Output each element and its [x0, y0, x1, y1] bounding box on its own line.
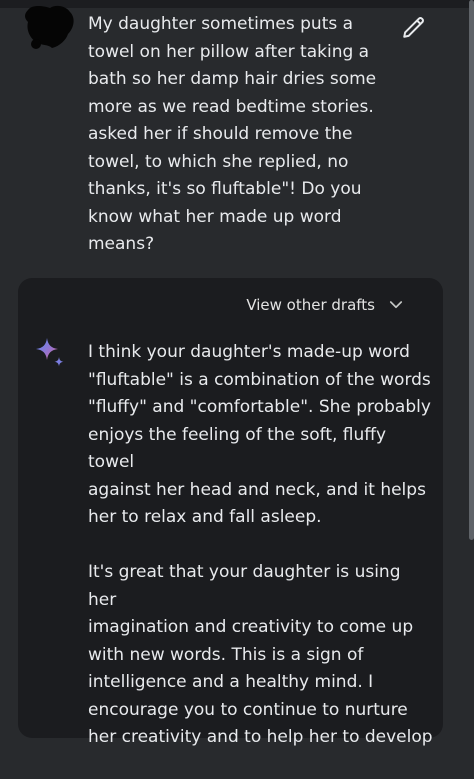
- pencil-icon[interactable]: [401, 14, 427, 40]
- sparkle-icon: [36, 338, 64, 367]
- scrollbar[interactable]: [469, 0, 474, 540]
- assistant-response-text: I think your daughter's made-up word "fl…: [88, 339, 433, 779]
- user-avatar: [25, 5, 74, 49]
- chevron-down-icon: [389, 301, 403, 309]
- assistant-response-card: View other drafts I think your daughter'…: [18, 278, 443, 747]
- response-paragraph: It's great that your daughter is using h…: [88, 562, 433, 747]
- view-other-drafts-button[interactable]: View other drafts: [246, 296, 405, 314]
- view-other-drafts-label: View other drafts: [246, 296, 375, 314]
- user-prompt-text: My daughter sometimes puts a towel on he…: [88, 14, 377, 254]
- response-paragraph: I think your daughter's made-up word "fl…: [88, 342, 431, 527]
